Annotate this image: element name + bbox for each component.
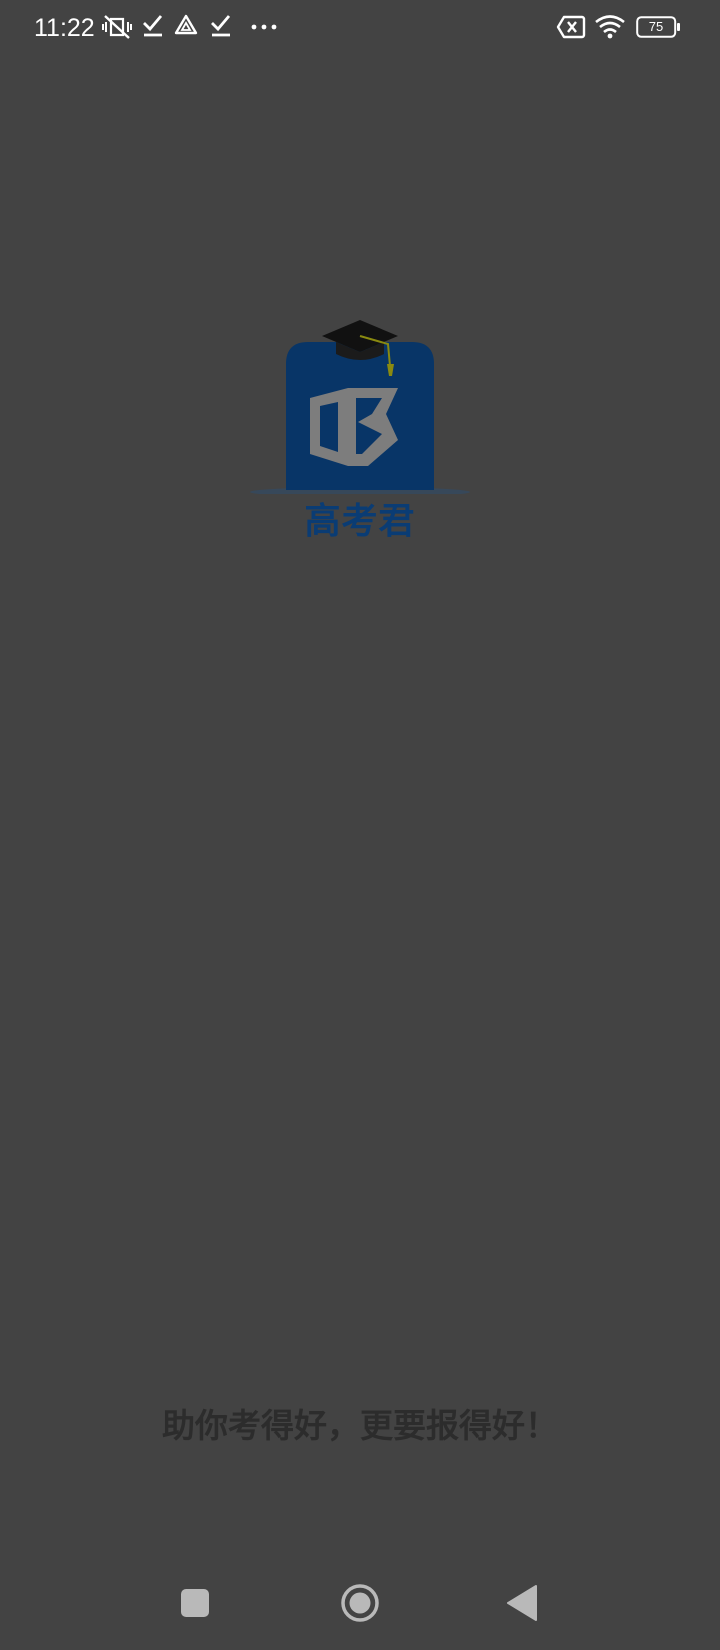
slogan-text: 助你考得好，更要报得好！ (162, 1406, 558, 1445)
download-check-icon (211, 15, 231, 37)
recents-button[interactable] (165, 1580, 225, 1626)
download-check-icon (143, 15, 163, 37)
battery-icon: 75 (636, 16, 680, 38)
wifi-icon (595, 15, 625, 39)
status-bar: 11:22 75 (0, 0, 720, 56)
home-button[interactable] (330, 1580, 390, 1626)
app-name-logo-text: 高考君 (304, 501, 416, 542)
app-logo-icon (250, 320, 470, 494)
back-button[interactable] (494, 1580, 554, 1626)
battery-level: 75 (648, 19, 664, 34)
vibrate-off-icon (102, 15, 132, 39)
status-time: 11:22 (34, 14, 95, 42)
sim-error-icon (556, 15, 586, 39)
splash-screen: 11:22 75 高考君 助你考得好，更要报得好！ (0, 0, 720, 1650)
drive-icon (174, 14, 198, 35)
more-dots-icon (251, 24, 277, 30)
